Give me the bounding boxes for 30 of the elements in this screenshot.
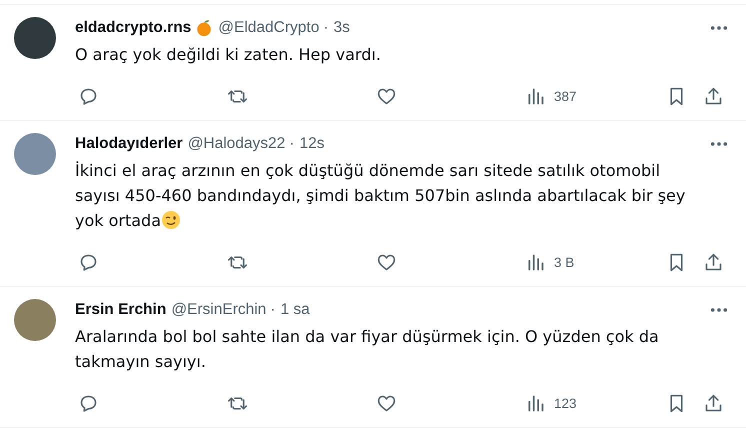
view-count: 3 B — [554, 254, 574, 270]
separator-dot: · — [289, 135, 294, 153]
post-time[interactable]: 1 sa — [280, 301, 310, 319]
fruit-badge-icon — [195, 19, 214, 37]
share-icon[interactable] — [703, 86, 724, 106]
like-icon[interactable] — [376, 392, 397, 414]
post-time[interactable]: 12s — [299, 135, 324, 153]
post-text: Aralarında bol bol sahte ilan da var fiyar düşürmek için. O yüzden çok da takmayın sayıyı. — [75, 326, 660, 373]
separator-dot: · — [323, 19, 328, 37]
view-count: 387 — [554, 88, 577, 104]
user-handle[interactable]: @ErsinErchin — [171, 301, 266, 319]
share-icon[interactable] — [703, 392, 724, 414]
post-text: O araç yok değildi ki zaten. Hep vardı. — [75, 44, 382, 66]
separator-dot: · — [270, 301, 276, 319]
like-icon[interactable] — [376, 86, 397, 106]
post-time[interactable]: 3s — [333, 19, 350, 37]
display-name[interactable]: eldadcrypto.rns — [75, 19, 192, 37]
reply-icon[interactable] — [78, 392, 99, 414]
like-icon[interactable] — [376, 252, 397, 272]
post-text: İkinci el araç arzının en çok düştüğü dönemde sarı sitede satılık otomobil sayısı 450-460 bandındaydı, şimdi baktım 507bin aslında abartılacak bir şey yok ortada — [75, 160, 686, 232]
reply-icon[interactable] — [78, 252, 99, 272]
display-name[interactable]: Halodayıderler — [75, 135, 183, 153]
user-handle[interactable]: @Halodays22 — [188, 135, 286, 153]
display-name[interactable]: Ersin Erchin — [75, 301, 166, 319]
reply-icon[interactable] — [78, 86, 99, 106]
view-count: 123 — [554, 396, 577, 410]
winking-face-icon — [161, 210, 182, 230]
avatar-photo-placeholder[interactable] — [14, 17, 56, 59]
share-icon[interactable] — [703, 252, 724, 272]
user-handle[interactable]: @EldadCrypto — [218, 19, 320, 37]
